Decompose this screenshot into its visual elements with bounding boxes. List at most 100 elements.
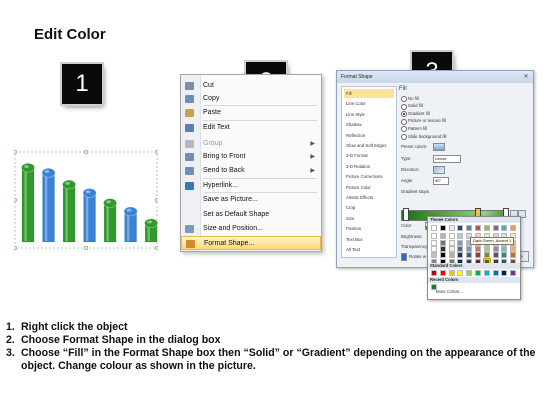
standard-color-swatch[interactable]	[501, 270, 508, 276]
selection-handle[interactable]	[83, 245, 89, 250]
nav-item[interactable]: Position	[344, 224, 394, 233]
fill-option-radio[interactable]	[401, 103, 407, 110]
nav-item[interactable]: Crop	[344, 203, 394, 212]
theme-color-swatch[interactable]	[448, 225, 455, 231]
theme-color-swatch[interactable]	[501, 252, 508, 259]
standard-color-swatch[interactable]	[431, 270, 437, 276]
menu-item[interactable]: Size and Position...	[181, 222, 321, 236]
standard-color-swatch[interactable]	[510, 270, 517, 276]
theme-color-swatch[interactable]	[431, 225, 437, 231]
nav-item[interactable]: Glow and Soft Edges	[344, 141, 394, 150]
theme-color-swatch[interactable]	[475, 245, 481, 252]
standard-color-swatch[interactable]	[466, 270, 473, 276]
theme-color-swatch[interactable]	[483, 252, 490, 259]
fill-option-radio[interactable]	[401, 126, 407, 133]
selection-handle[interactable]	[14, 150, 18, 155]
theme-color-swatch[interactable]	[448, 245, 455, 252]
theme-color-swatch[interactable]	[457, 233, 464, 240]
nav-item[interactable]: Picture Color	[344, 183, 394, 192]
theme-color-swatch[interactable]	[475, 225, 481, 231]
fill-option-radio[interactable]	[401, 96, 407, 102]
theme-color-swatch[interactable]	[483, 245, 490, 252]
cylinder-bar[interactable]	[21, 162, 35, 243]
menu-item[interactable]: Save as Picture...	[181, 193, 321, 207]
standard-color-swatch[interactable]	[448, 270, 455, 276]
close-icon[interactable]: ✕	[522, 73, 530, 81]
selection-handle[interactable]	[83, 150, 89, 155]
theme-color-swatch[interactable]	[439, 245, 446, 252]
theme-color-swatch[interactable]	[475, 252, 481, 259]
menu-item[interactable]: Hyperlink...	[181, 179, 321, 193]
nav-item[interactable]: Text Box	[344, 235, 394, 244]
nav-item[interactable]: Picture Corrections	[344, 172, 394, 181]
menu-item[interactable]: Edit Text	[181, 121, 321, 135]
standard-color-swatch[interactable]	[483, 270, 490, 276]
theme-color-swatch[interactable]	[439, 252, 446, 259]
selection-handle[interactable]	[154, 197, 158, 203]
cylinder-bar[interactable]	[123, 206, 138, 243]
fill-option-radio[interactable]	[401, 134, 407, 140]
cylinder-bar[interactable]	[41, 167, 56, 243]
gradient-stop[interactable]	[403, 208, 409, 221]
direction-dropdown[interactable]	[433, 166, 445, 174]
rotate-checkbox[interactable]	[401, 253, 407, 261]
selection-handle[interactable]	[154, 150, 158, 155]
cylinder-bar-chart[interactable]	[14, 150, 158, 250]
theme-color-swatch[interactable]	[439, 225, 446, 231]
theme-color-swatch[interactable]	[431, 239, 437, 246]
menu-item[interactable]: Copy	[181, 92, 321, 106]
theme-color-swatch[interactable]	[510, 252, 517, 259]
nav-item[interactable]: 3-D Rotation	[344, 162, 394, 171]
theme-color-swatch[interactable]	[448, 233, 455, 240]
theme-color-swatch[interactable]	[457, 252, 464, 259]
theme-color-swatch[interactable]	[501, 225, 508, 231]
nav-item[interactable]: Fill	[344, 89, 394, 98]
theme-color-swatch[interactable]	[431, 233, 437, 240]
cylinder-bar[interactable]	[82, 188, 97, 243]
nav-item[interactable]: Line Color	[344, 99, 394, 108]
cylinder-bar[interactable]	[62, 179, 76, 243]
theme-color-swatch[interactable]	[448, 239, 455, 246]
selection-handle[interactable]	[14, 197, 18, 203]
menu-item[interactable]: Set as Default Shape	[181, 208, 321, 222]
theme-color-swatch[interactable]	[466, 225, 473, 231]
cylinder-bar[interactable]	[144, 218, 158, 243]
theme-color-swatch[interactable]	[439, 233, 446, 240]
selected-chart-object[interactable]	[14, 150, 158, 250]
theme-color-swatch[interactable]	[510, 225, 517, 231]
nav-item[interactable]: Artistic Effects	[344, 193, 394, 202]
menu-item[interactable]: Send to Back ▶	[181, 164, 321, 178]
standard-color-swatch[interactable]	[475, 270, 481, 276]
menu-item[interactable]: Format Shape...	[181, 236, 321, 250]
theme-color-swatch[interactable]	[492, 252, 499, 259]
standard-color-swatch[interactable]	[492, 270, 499, 276]
cylinder-bar[interactable]	[103, 198, 117, 243]
nav-item[interactable]: Alt Text	[344, 245, 394, 254]
more-colors-item[interactable]: More Colors...	[436, 289, 463, 294]
menu-item[interactable]: Group ▶	[181, 137, 321, 151]
nav-item[interactable]: Reflection	[344, 131, 394, 140]
theme-color-swatch[interactable]	[457, 225, 464, 231]
menu-item[interactable]: Bring to Front ▶	[181, 150, 321, 164]
theme-color-swatch[interactable]	[501, 245, 508, 252]
theme-color-swatch[interactable]	[483, 225, 490, 231]
fill-option-radio[interactable]	[401, 111, 407, 118]
theme-color-swatch[interactable]	[466, 252, 473, 259]
standard-color-swatch[interactable]	[439, 270, 446, 276]
theme-color-swatch[interactable]	[466, 245, 473, 252]
angle-field[interactable]: 90°	[433, 177, 449, 185]
type-dropdown[interactable]: Linear	[433, 155, 461, 163]
theme-color-swatch[interactable]	[439, 239, 446, 246]
theme-color-swatch[interactable]	[457, 245, 464, 252]
selection-handle[interactable]	[154, 245, 158, 250]
standard-color-swatch[interactable]	[457, 270, 464, 276]
selection-handle[interactable]	[14, 245, 18, 250]
nav-item[interactable]: 3-D Format	[344, 151, 394, 160]
nav-item[interactable]: Line Style	[344, 110, 394, 119]
nav-item[interactable]: Shadow	[344, 120, 394, 129]
theme-color-swatch[interactable]	[510, 245, 517, 252]
theme-color-swatch[interactable]	[431, 252, 437, 259]
menu-item[interactable]: Paste	[181, 106, 321, 120]
preset-colors-dropdown[interactable]	[433, 143, 445, 151]
theme-color-swatch[interactable]	[431, 245, 437, 252]
